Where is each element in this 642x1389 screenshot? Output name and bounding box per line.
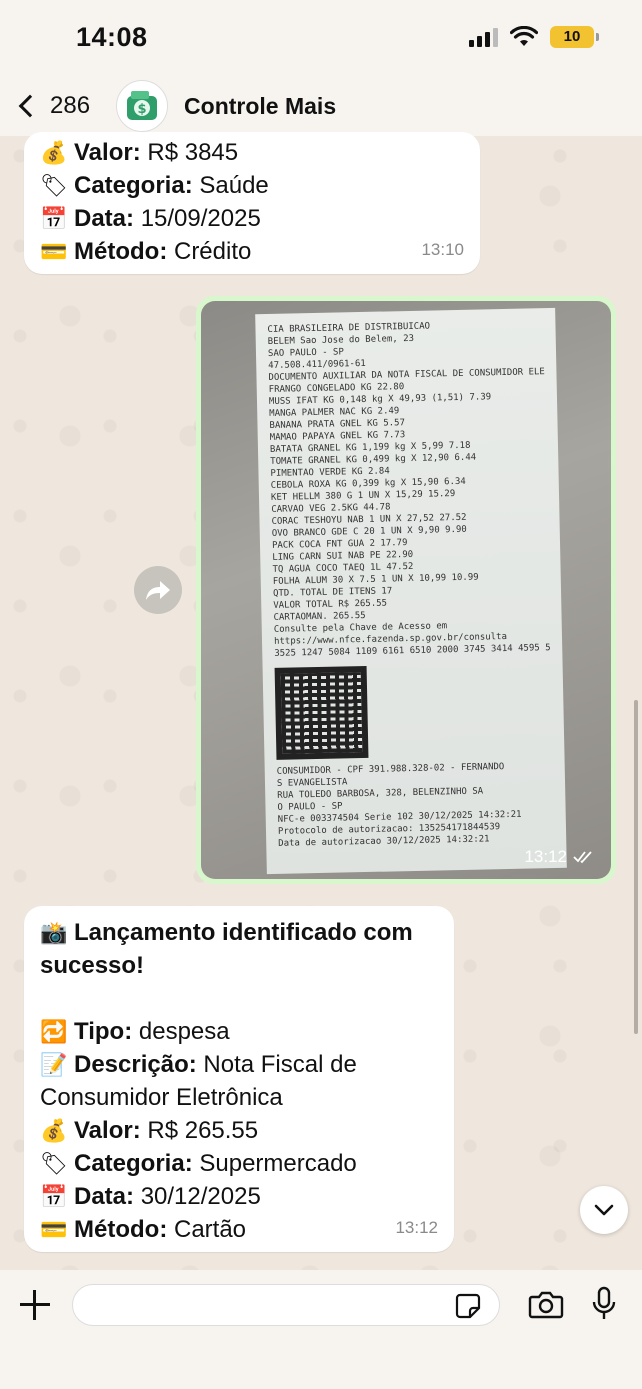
wallet-icon: $ — [127, 91, 158, 120]
chevron-down-icon — [594, 1204, 614, 1216]
receipt-footer: CONSUMIDOR - CPF 391.988.328-02 - FERNAN… — [277, 760, 555, 850]
calendar-icon: 📅 — [40, 1184, 68, 1209]
scroll-to-bottom-button[interactable] — [580, 1186, 628, 1234]
input-bar — [0, 1270, 642, 1389]
svg-text:$: $ — [138, 102, 147, 117]
wifi-icon — [510, 26, 538, 46]
camera-flash-icon: 📸 — [40, 920, 68, 945]
scrollbar[interactable] — [634, 700, 638, 1034]
label-tag-icon: 🏷 — [40, 173, 68, 198]
categoria-row: 🏷 Categoria: Saúde — [40, 169, 464, 202]
metodo-label: Método: — [74, 238, 168, 265]
title-text: Lançamento identificado com sucesso! — [40, 919, 413, 979]
image-message-outgoing[interactable]: CIA BRASILEIRA DE DISTRIBUICAO BELEM Sao … — [196, 296, 616, 884]
camera-icon[interactable] — [528, 1288, 564, 1320]
metodo-label: Método: — [74, 1216, 168, 1243]
back-button[interactable]: 286 — [16, 92, 90, 120]
memo-icon: 📝 — [40, 1052, 68, 1077]
forward-button[interactable] — [134, 566, 182, 614]
double-check-icon — [573, 851, 592, 864]
descricao-row: 📝 Descrição: Nota Fiscal de Consumidor El… — [40, 1048, 438, 1114]
microphone-icon[interactable] — [590, 1286, 618, 1322]
metodo-value: Cartão — [173, 1216, 247, 1243]
metodo-row: 💳 Método: Cartão — [40, 1213, 438, 1246]
message-bubble-incoming[interactable]: 💰 Valor: R$ 3845 🏷 Categoria: Saúde 📅 Data:… — [24, 132, 480, 274]
status-time: 14:08 — [76, 22, 148, 52]
categoria-label: Categoria: — [74, 1150, 193, 1177]
forward-icon — [146, 581, 170, 600]
money-bag-icon: 💰 — [40, 140, 68, 165]
metodo-row: 💳 Método: Crédito — [40, 235, 464, 268]
chat-header: 286 $ Controle Mais — [0, 76, 642, 136]
chat-name[interactable]: Controle Mais — [184, 93, 336, 120]
categoria-value: Supermercado — [199, 1150, 357, 1177]
image-time: 13:12 — [524, 847, 595, 867]
message-bubble-incoming[interactable]: 📸 Lançamento identificado com sucesso! 🔁 T… — [24, 906, 454, 1252]
plus-icon[interactable] — [18, 1288, 52, 1322]
receipt-lines: CIA BRASILEIRA DE DISTRIBUICAO BELEM Sao … — [267, 318, 550, 660]
categoria-row: 🏷 Categoria: Supermercado — [40, 1147, 438, 1180]
message-input[interactable] — [72, 1284, 500, 1326]
message-time: 13:10 — [421, 240, 464, 259]
message-time: 13:12 — [395, 1218, 438, 1237]
calendar-icon: 📅 — [40, 206, 68, 231]
valor-row: 💰 Valor: R$ 3845 — [40, 136, 464, 169]
valor-row: 💰 Valor: R$ 265.55 — [40, 1114, 438, 1147]
data-value: 30/12/2025 — [140, 1183, 261, 1210]
battery-icon: 10 — [550, 26, 599, 48]
image-time-label: 13:12 — [524, 847, 567, 866]
chevron-left-icon — [18, 94, 42, 118]
valor-label: Valor: — [74, 139, 141, 166]
back-count: 286 — [50, 92, 91, 119]
tipo-label: Tipo: — [74, 1018, 133, 1045]
credit-card-icon: 💳 — [40, 239, 68, 264]
data-value: 15/09/2025 — [140, 205, 261, 232]
message-title: 📸 Lançamento identificado com sucesso! — [40, 916, 438, 982]
receipt-paper: CIA BRASILEIRA DE DISTRIBUICAO BELEM Sao … — [255, 307, 567, 875]
metodo-value: Crédito — [173, 238, 252, 265]
credit-card-icon: 💳 — [40, 1217, 68, 1242]
valor-value: R$ 265.55 — [147, 1117, 259, 1144]
valor-value: R$ 3845 — [147, 139, 239, 166]
status-icons: 10 — [469, 26, 599, 48]
avatar[interactable]: $ — [116, 80, 169, 132]
categoria-label: Categoria: — [74, 172, 193, 199]
signal-icon — [469, 27, 498, 47]
tipo-value: despesa — [138, 1018, 230, 1045]
valor-label: Valor: — [74, 1117, 141, 1144]
repeat-icon: 🔁 — [40, 1019, 68, 1044]
data-label: Data: — [74, 205, 135, 232]
battery-level: 10 — [563, 28, 581, 45]
categoria-value: Saúde — [199, 172, 269, 199]
status-bar: 14:08 10 — [0, 0, 642, 76]
data-label: Data: — [74, 1183, 135, 1210]
receipt-photo[interactable]: CIA BRASILEIRA DE DISTRIBUICAO BELEM Sao … — [201, 301, 611, 879]
qr-code-image — [274, 665, 369, 760]
label-tag-icon: 🏷 — [40, 1151, 68, 1176]
money-bag-icon: 💰 — [40, 1118, 68, 1143]
descricao-label: Descrição: — [74, 1051, 197, 1078]
tipo-row: 🔁 Tipo: despesa — [40, 1015, 438, 1048]
data-row: 📅 Data: 15/09/2025 — [40, 202, 464, 235]
sticker-icon[interactable] — [454, 1292, 482, 1320]
data-row: 📅 Data: 30/12/2025 — [40, 1180, 438, 1213]
